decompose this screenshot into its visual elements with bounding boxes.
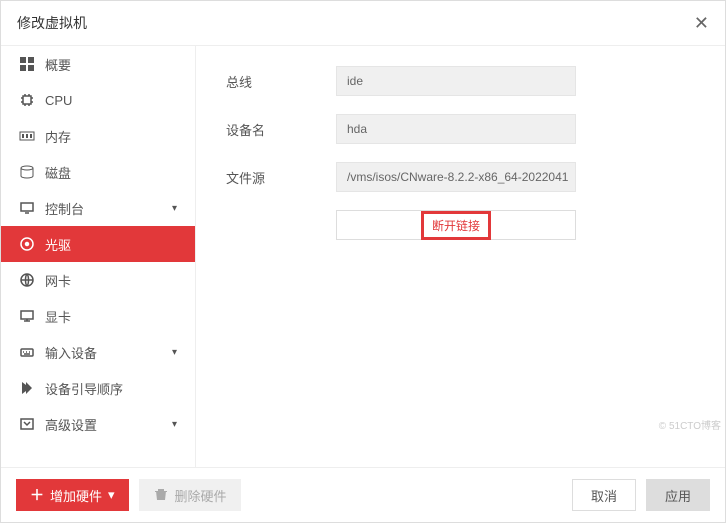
disconnect-button[interactable]: 断开链接 [336,210,576,240]
row-source: 文件源 /vms/isos/CNware-8.2.2-x86_64-202204… [226,162,695,192]
modal-title: 修改虚拟机 [17,13,87,33]
sidebar-item-network[interactable]: 网卡 [1,262,195,298]
row-device: 设备名 hda [226,114,695,144]
sidebar-item-input[interactable]: 输入设备 ▾ [1,334,195,370]
sidebar-item-label: 磁盘 [45,163,71,182]
close-button[interactable]: ✕ [694,13,709,34]
sidebar-item-boot[interactable]: 设备引导顺序 [1,370,195,406]
modal-edit-vm: 修改虚拟机 ✕ 概要 CPU 内存 磁盘 控制台 [0,0,726,523]
network-icon [19,272,35,288]
sidebar: 概要 CPU 内存 磁盘 控制台 ▾ 光驱 [1,46,196,467]
modal-header: 修改虚拟机 ✕ [1,1,725,46]
add-hardware-button[interactable]: ＋ 增加硬件 ▾ [16,479,129,511]
sidebar-item-label: 高级设置 [45,415,97,434]
content-pane: 总线 ide 设备名 hda 文件源 /vms/isos/CNware-8.2.… [196,46,725,467]
sidebar-item-console[interactable]: 控制台 ▾ [1,190,195,226]
cdrom-icon [19,236,35,252]
label-bus: 总线 [226,72,336,91]
sidebar-item-overview[interactable]: 概要 [1,46,195,82]
disk-icon [19,164,35,180]
sidebar-item-label: CPU [45,93,72,108]
chevron-down-icon: ▾ [172,419,177,430]
sidebar-item-label: 输入设备 [45,343,97,362]
boot-icon [19,380,35,396]
memory-icon [19,128,35,144]
disconnect-label: 断开链接 [421,211,491,240]
sidebar-item-cdrom[interactable]: 光驱 [1,226,195,262]
plus-icon: ＋ [30,485,44,505]
sidebar-item-memory[interactable]: 内存 [1,118,195,154]
trash-icon [153,486,169,505]
watermark: © 51CTO博客 [659,417,721,432]
advanced-icon [19,416,35,432]
modal-body: 概要 CPU 内存 磁盘 控制台 ▾ 光驱 [1,46,725,467]
chevron-down-icon: ▾ [108,487,115,503]
cpu-icon [19,92,35,108]
modal-footer: ＋ 增加硬件 ▾ 删除硬件 取消 应用 [1,467,725,522]
grid-icon [19,56,35,72]
row-disconnect: 断开链接 [336,210,695,240]
sidebar-item-advanced[interactable]: 高级设置 ▾ [1,406,195,442]
add-hardware-label: 增加硬件 [50,486,102,505]
apply-button[interactable]: 应用 [646,479,710,511]
label-device: 设备名 [226,120,336,139]
sidebar-item-label: 显卡 [45,307,71,326]
chevron-down-icon: ▾ [172,203,177,214]
sidebar-item-display[interactable]: 显卡 [1,298,195,334]
sidebar-item-cpu[interactable]: CPU [1,82,195,118]
sidebar-item-label: 控制台 [45,199,84,218]
delete-hardware-label: 删除硬件 [175,486,227,505]
sidebar-item-disk[interactable]: 磁盘 [1,154,195,190]
value-source: /vms/isos/CNware-8.2.2-x86_64-2022041 [336,162,576,192]
input-icon [19,344,35,360]
sidebar-item-label: 网卡 [45,271,71,290]
console-icon [19,200,35,216]
label-source: 文件源 [226,168,336,187]
sidebar-item-label: 概要 [45,55,71,74]
display-icon [19,308,35,324]
sidebar-item-label: 设备引导顺序 [45,379,123,398]
sidebar-item-label: 内存 [45,127,71,146]
sidebar-item-label: 光驱 [45,235,71,254]
delete-hardware-button[interactable]: 删除硬件 [139,479,241,511]
cancel-button[interactable]: 取消 [572,479,636,511]
value-device: hda [336,114,576,144]
value-bus: ide [336,66,576,96]
row-bus: 总线 ide [226,66,695,96]
chevron-down-icon: ▾ [172,347,177,358]
